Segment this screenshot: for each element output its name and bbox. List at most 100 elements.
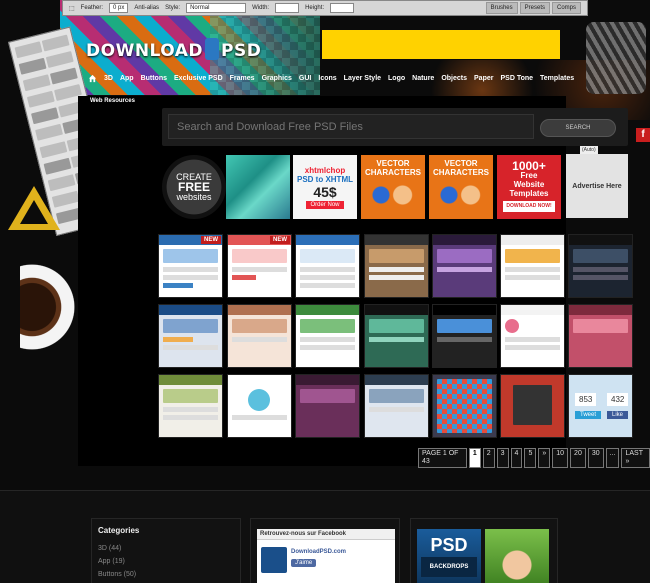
categories-title: Categories (98, 526, 140, 535)
thumbnail-template[interactable] (364, 234, 429, 298)
style-label: Style: (165, 5, 181, 11)
auto-tag: (Auto) (580, 146, 598, 154)
feather-label: Feather: (80, 5, 104, 11)
thumbnail-template[interactable] (295, 374, 360, 438)
height-label: Height: (305, 5, 325, 11)
thumbnail-template[interactable] (227, 304, 292, 368)
page-link-4[interactable]: 4 (510, 448, 523, 468)
nav-item-gui[interactable]: GUI (299, 75, 311, 82)
nav-item-buttons[interactable]: Buttons (141, 75, 167, 82)
nav-item-paper[interactable]: Paper (474, 75, 493, 82)
ad-1000-templates[interactable]: 1000+ Free Website Templates DOWNLOAD NO… (497, 155, 561, 219)
thumbnail-template[interactable] (158, 304, 223, 368)
nav-item-templates[interactable]: Templates (540, 75, 574, 82)
thumbnail-social-buttons[interactable]: 853 432 Tweet Like (568, 374, 633, 438)
width-label: Width: (252, 5, 270, 11)
characters-illustration (369, 183, 417, 207)
category-link-app[interactable]: App (19) (98, 558, 234, 565)
order-now-button[interactable]: Order Now (306, 200, 344, 209)
ad-vector-characters-1[interactable]: VECTOR CHARACTERS (361, 155, 425, 219)
page-ellipsis: ... (605, 448, 620, 468)
tab-presets: Presets (519, 2, 550, 14)
page-next[interactable]: » (538, 448, 551, 468)
facebook-page-avatar[interactable] (261, 547, 287, 573)
promo-widget: PSD BACKDROPS (410, 518, 558, 583)
facebook-like-box: Retrouvez-nous sur Facebook DownloadPSD.… (257, 529, 395, 583)
site-logo[interactable]: DOWNLOAD PSD (86, 38, 261, 61)
thumbnail-template[interactable] (568, 304, 633, 368)
new-badge: NEW (270, 236, 290, 244)
feather-value: 0 px (109, 3, 129, 13)
page-link-10[interactable]: 10 (552, 448, 569, 468)
characters-illustration (437, 183, 485, 207)
facebook-page-name[interactable]: DownloadPSD.com (291, 549, 346, 555)
page-info: PAGE 1 OF 43 (418, 448, 467, 468)
nav-item-nature[interactable]: Nature (412, 75, 434, 82)
page-link-2[interactable]: 2 (482, 448, 495, 468)
promo-psd-backdrops[interactable]: PSD BACKDROPS (417, 529, 481, 583)
thumbnail-template[interactable]: NEW (227, 234, 292, 298)
advertise-here-ad[interactable]: Advertise Here (566, 154, 628, 218)
ad-polygon-graphic[interactable] (226, 155, 290, 219)
zipper-decoration (586, 22, 646, 94)
nav-item-exclusive-psd[interactable]: Exclusive PSD (174, 75, 223, 82)
ad-vector-characters-2[interactable]: VECTOR CHARACTERS (429, 155, 493, 219)
new-badge: NEW (201, 236, 221, 244)
nav-item-layer-style[interactable]: Layer Style (344, 75, 381, 82)
tab-brushes: Brushes (485, 2, 518, 14)
facebook-like-button[interactable]: J'aime (291, 559, 317, 567)
download-now-button[interactable]: DOWNLOAD NOW! (503, 201, 555, 212)
top-banner-ad[interactable] (322, 30, 560, 59)
logo-drop-icon (205, 38, 220, 60)
width-value (275, 3, 300, 13)
thumbnail-template[interactable]: NEW (158, 234, 223, 298)
thumbnail-icons-set[interactable] (432, 374, 497, 438)
promo-photo[interactable] (485, 529, 549, 583)
page-last[interactable]: LAST » (621, 448, 650, 468)
thumbnail-template[interactable] (158, 374, 223, 438)
nav-item-objects[interactable]: Objects (441, 75, 467, 82)
thumbnail-template[interactable] (295, 234, 360, 298)
search-input[interactable] (168, 114, 534, 139)
height-value (330, 3, 355, 13)
page-link-30[interactable]: 30 (587, 448, 604, 468)
thumbnail-template[interactable] (568, 234, 633, 298)
page-link-1[interactable]: 1 (468, 448, 481, 468)
nav-item-3d[interactable]: 3D (104, 75, 113, 82)
page-link-5[interactable]: 5 (524, 448, 537, 468)
nav-item-graphics[interactable]: Graphics (262, 75, 292, 82)
thumbnail-template[interactable] (364, 304, 429, 368)
facebook-widget: Retrouvez-nous sur Facebook DownloadPSD.… (250, 518, 400, 583)
nav-item-app[interactable]: App (120, 75, 134, 82)
facebook-header: Retrouvez-nous sur Facebook (257, 529, 395, 540)
thumbnail-template[interactable] (500, 304, 565, 368)
home-icon[interactable] (88, 74, 97, 83)
thumbnail-template[interactable] (364, 374, 429, 438)
search-bar: SEARCH (162, 108, 628, 146)
nav-item-frames[interactable]: Frames (230, 75, 255, 82)
ad-xhtmlchop[interactable]: xhtmlchop PSD to XHTML 45$ Order Now (293, 155, 357, 219)
nav-item-logo[interactable]: Logo (388, 75, 405, 82)
thumbnail-template[interactable] (432, 304, 497, 368)
antialias-label: Anti-alias (134, 5, 160, 11)
breadcrumb[interactable]: Web Resources (90, 98, 135, 104)
thumbnail-template[interactable] (500, 374, 565, 438)
search-button[interactable]: SEARCH (540, 119, 616, 137)
thumbnail-template[interactable] (500, 234, 565, 298)
category-link-buttons[interactable]: Buttons (50) (98, 571, 234, 578)
tab-comps: Comps (551, 2, 581, 14)
thumbnail-template[interactable] (432, 234, 497, 298)
like-button: Like (607, 411, 629, 419)
page-link-20[interactable]: 20 (570, 448, 586, 468)
thumbnail-template[interactable] (295, 304, 360, 368)
page-link-3[interactable]: 3 (496, 448, 509, 468)
main-nav: 3D App Buttons Exclusive PSD Frames Grap… (88, 70, 574, 86)
marquee-icon: ⬚ (69, 5, 75, 12)
ad-create-free-websites[interactable]: CREATE FREE websites (162, 155, 226, 219)
flash-player-icon[interactable]: f (636, 128, 650, 142)
panel-tabs: Brushes Presets Comps (485, 2, 581, 14)
thumbnail-template[interactable] (227, 374, 292, 438)
category-link-3d[interactable]: 3D (44) (98, 545, 234, 552)
nav-item-icons[interactable]: Icons (318, 75, 336, 82)
nav-item-psd-tone[interactable]: PSD Tone (500, 75, 533, 82)
